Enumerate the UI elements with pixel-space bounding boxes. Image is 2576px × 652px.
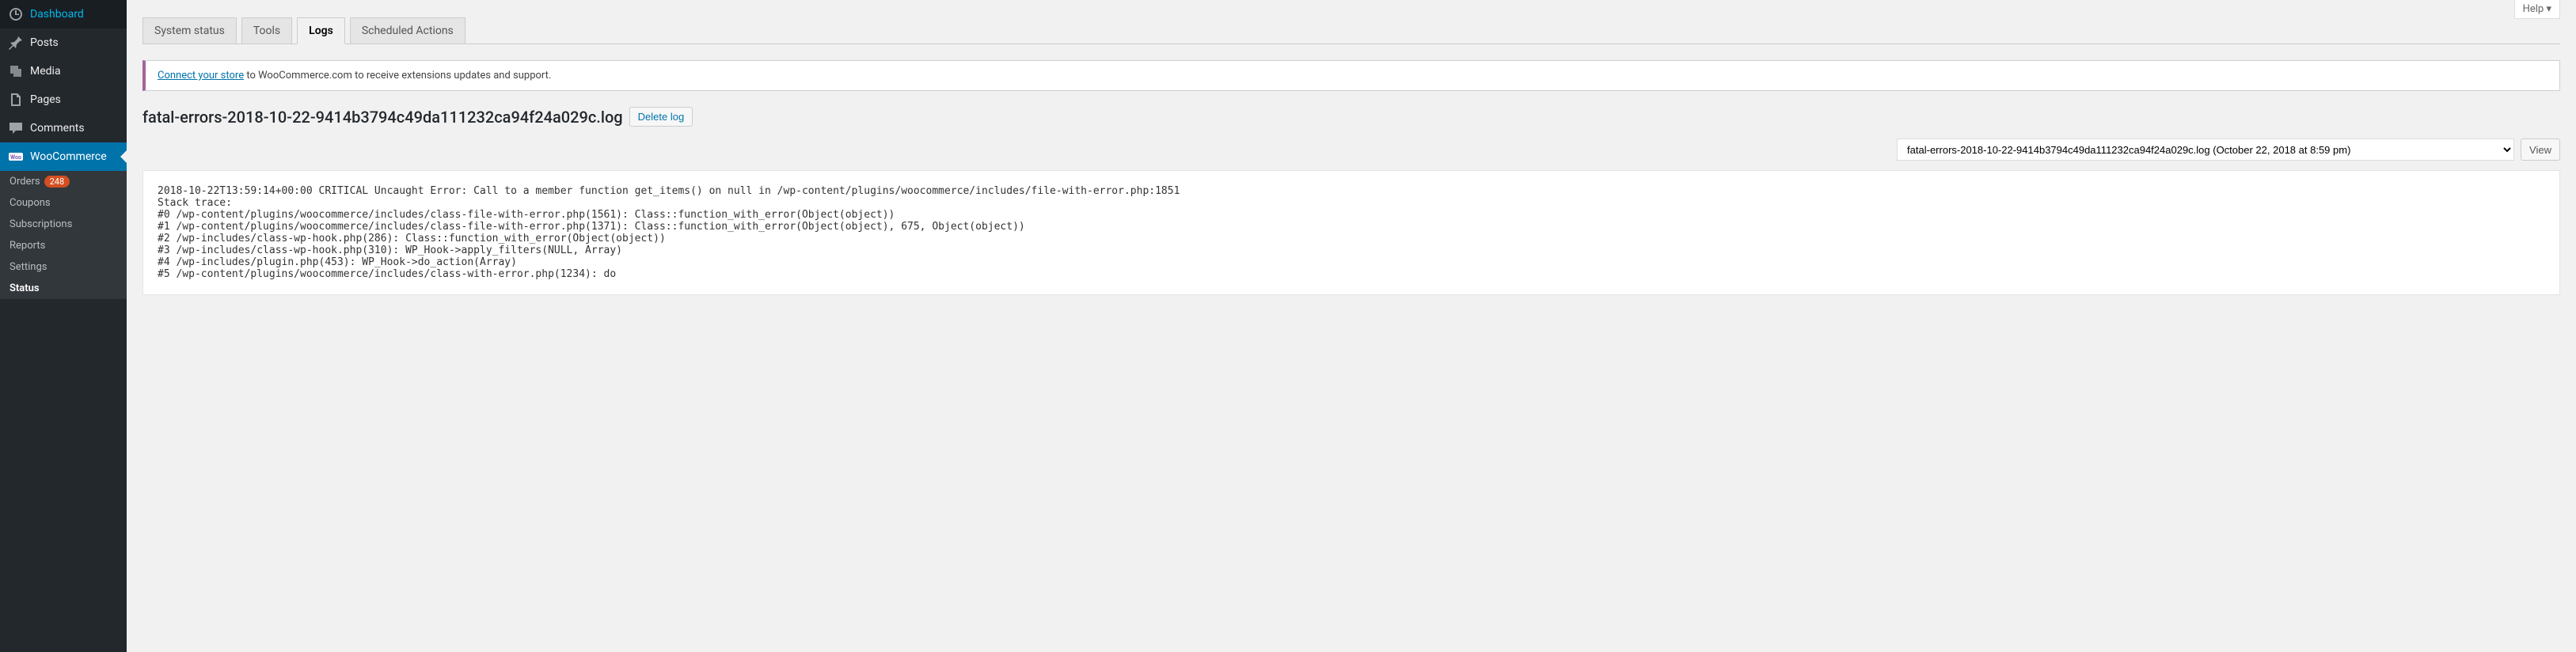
svg-text:Woo: Woo — [10, 154, 21, 161]
comments-icon — [8, 120, 24, 136]
media-icon — [8, 63, 24, 79]
log-header: fatal-errors-2018-10-22-9414b3794c49da11… — [142, 107, 2560, 127]
tab-tools[interactable]: Tools — [241, 17, 292, 44]
sidebar-item-dashboard[interactable]: Dashboard — [0, 0, 127, 28]
sidebar-item-label: Comments — [30, 122, 85, 135]
connect-store-link[interactable]: Connect your store — [158, 70, 244, 82]
sidebar-item-pages[interactable]: Pages — [0, 85, 127, 114]
tab-bar: System status Tools Logs Scheduled Actio… — [142, 17, 2560, 44]
sidebar-item-label: Media — [30, 65, 61, 78]
sidebar-sub-settings[interactable]: Settings — [0, 256, 127, 278]
sidebar-item-label: Pages — [30, 93, 61, 106]
sidebar-sub-label: Orders — [9, 176, 40, 188]
sidebar-sub-orders[interactable]: Orders 248 — [0, 171, 127, 192]
notice-text: to WooCommerce.com to receive extensions… — [244, 70, 551, 82]
tab-logs[interactable]: Logs — [297, 17, 345, 44]
tab-system-status[interactable]: System status — [142, 17, 237, 44]
log-select-row: fatal-errors-2018-10-22-9414b3794c49da11… — [142, 138, 2560, 161]
sidebar-sub-status[interactable]: Status — [0, 278, 127, 299]
sidebar-sub-label: Status — [9, 282, 40, 294]
pages-icon — [8, 92, 24, 108]
pin-icon — [8, 35, 24, 51]
view-button[interactable]: View — [2521, 138, 2560, 161]
log-title: fatal-errors-2018-10-22-9414b3794c49da11… — [142, 108, 623, 127]
log-file-select[interactable]: fatal-errors-2018-10-22-9414b3794c49da11… — [1897, 138, 2514, 161]
help-label: Help — [2523, 3, 2544, 15]
sidebar-sub-coupons[interactable]: Coupons — [0, 192, 127, 214]
sidebar-sub-label: Reports — [9, 240, 45, 252]
sidebar-item-label: Posts — [30, 36, 59, 49]
sidebar-sub-reports[interactable]: Reports — [0, 235, 127, 256]
sidebar-item-label: Dashboard — [30, 8, 84, 21]
sidebar-sub-label: Settings — [9, 261, 47, 273]
tab-scheduled-actions[interactable]: Scheduled Actions — [350, 17, 465, 44]
sidebar-sub-label: Coupons — [9, 197, 51, 209]
delete-log-button[interactable]: Delete log — [629, 107, 693, 127]
log-content: 2018-10-22T13:59:14+00:00 CRITICAL Uncau… — [142, 170, 2560, 295]
main-content: Help System status Tools Logs Scheduled … — [127, 0, 2576, 652]
sidebar-item-media[interactable]: Media — [0, 57, 127, 85]
orders-count-badge: 248 — [44, 176, 70, 188]
admin-sidebar: Dashboard Posts Media Pages Comments Woo… — [0, 0, 127, 652]
woocommerce-icon: Woo — [8, 149, 24, 165]
sidebar-sub-subscriptions[interactable]: Subscriptions — [0, 214, 127, 235]
help-tab[interactable]: Help — [2514, 0, 2560, 19]
connect-store-notice: Connect your store to WooCommerce.com to… — [142, 60, 2560, 91]
sidebar-item-woocommerce[interactable]: Woo WooCommerce — [0, 142, 127, 171]
sidebar-item-posts[interactable]: Posts — [0, 28, 127, 57]
sidebar-item-comments[interactable]: Comments — [0, 114, 127, 142]
sidebar-item-label: WooCommerce — [30, 150, 107, 163]
dashboard-icon — [8, 6, 24, 22]
sidebar-sub-label: Subscriptions — [9, 218, 72, 230]
